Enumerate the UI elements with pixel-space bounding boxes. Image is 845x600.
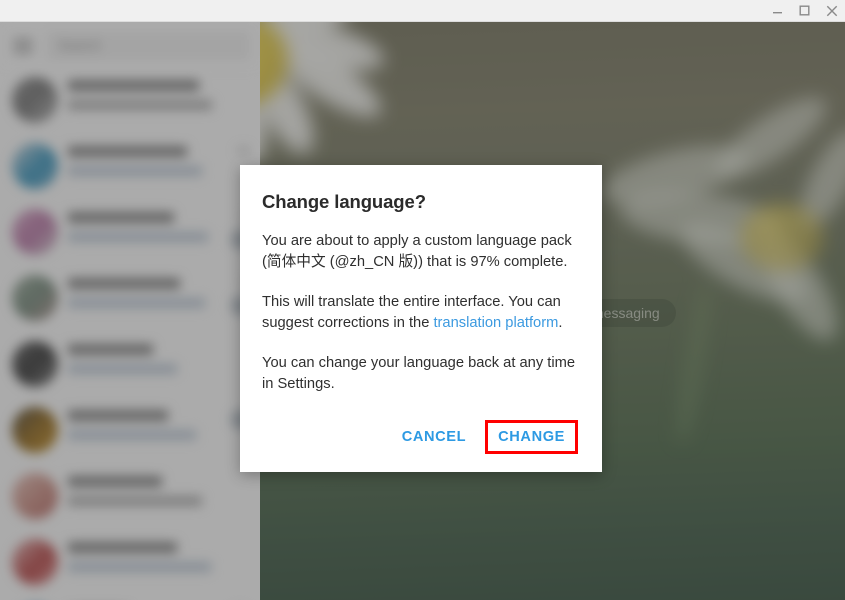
minimize-button[interactable] bbox=[764, 0, 791, 21]
dialog-title: Change language? bbox=[262, 191, 426, 212]
dialog-paragraph-2: This will translate the entire interface… bbox=[262, 292, 580, 334]
application-window: Search:32 messaging Change language? Yo… bbox=[0, 0, 845, 600]
cancel-button[interactable]: CANCEL bbox=[389, 420, 479, 454]
minimize-icon bbox=[773, 12, 782, 14]
dialog-paragraph-2-suffix: . bbox=[558, 315, 563, 331]
maximize-button[interactable] bbox=[791, 0, 818, 21]
change-button[interactable]: CHANGE bbox=[485, 420, 578, 454]
close-button[interactable] bbox=[818, 0, 845, 21]
dialog-paragraph-1: You are about to apply a custom language… bbox=[262, 233, 572, 270]
window-body: Search:32 messaging Change language? Yo… bbox=[0, 22, 845, 600]
close-icon bbox=[826, 5, 837, 16]
window-titlebar bbox=[0, 0, 845, 22]
change-language-dialog: Change language? You are about to apply … bbox=[240, 165, 602, 472]
dialog-actions: CANCEL CHANGE bbox=[262, 414, 580, 464]
translation-platform-link[interactable]: translation platform bbox=[433, 315, 558, 331]
dialog-paragraph-3: You can change your language back at any… bbox=[262, 355, 576, 392]
maximize-icon bbox=[799, 5, 810, 16]
